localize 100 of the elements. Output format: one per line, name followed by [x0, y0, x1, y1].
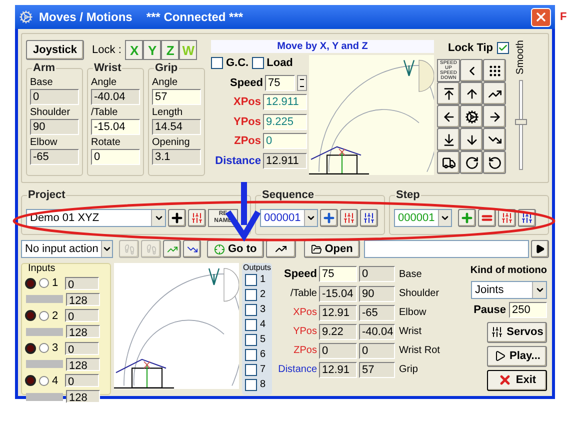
- gc-checkbox[interactable]: [211, 57, 223, 70]
- load-checkbox[interactable]: [252, 57, 264, 70]
- rotate-counterclockwise-button[interactable]: [483, 151, 506, 174]
- arrow-right-button[interactable]: [483, 105, 506, 128]
- gripper-button[interactable]: [483, 59, 506, 82]
- replace-button[interactable]: [478, 209, 496, 227]
- output-checkbox[interactable]: [245, 289, 257, 301]
- play-button[interactable]: Play...: [487, 346, 547, 366]
- step-icon: [124, 244, 134, 254]
- field-label: Opening: [152, 136, 191, 149]
- output-checkbox[interactable]: [245, 304, 257, 316]
- group-title: Sequence: [261, 189, 315, 201]
- position-field[interactable]: 9.225: [263, 114, 307, 130]
- add-button[interactable]: [168, 209, 186, 227]
- move-button[interactable]: [183, 240, 201, 258]
- output-number: 1: [260, 275, 266, 285]
- input-reading-field: 128: [66, 358, 100, 370]
- lock-tip-checkbox[interactable]: [497, 42, 509, 54]
- plus-icon: [460, 211, 474, 225]
- exit-button[interactable]: Exit: [487, 370, 547, 390]
- speed-field[interactable]: 75: [265, 74, 295, 91]
- value-field[interactable]: 0: [91, 149, 140, 165]
- insert-icon: [501, 212, 513, 224]
- servos-button[interactable]: Servos: [487, 322, 547, 342]
- output-checkbox[interactable]: [245, 379, 257, 391]
- close-button[interactable]: [531, 8, 551, 26]
- input-radio[interactable]: [39, 343, 49, 354]
- input-level-bar: [26, 295, 63, 303]
- readout-label: Speed: [282, 267, 317, 282]
- input-value-field: 0: [65, 276, 99, 290]
- position-label: ZPos: [234, 134, 261, 149]
- joint-field: 0: [359, 342, 395, 358]
- value-field: 0: [30, 89, 79, 105]
- input-action-dropdown[interactable]: No input action: [21, 240, 113, 258]
- input-number: 4: [52, 374, 60, 388]
- readout-label: XPos: [292, 306, 317, 320]
- arrow-left-button[interactable]: [437, 105, 460, 128]
- rotate-clockwise-button[interactable]: [460, 151, 483, 174]
- plus-icon: [170, 211, 184, 225]
- truck-button[interactable]: [437, 151, 460, 174]
- chevron-left-button[interactable]: [460, 59, 483, 82]
- readout-field: 12.91: [319, 362, 357, 378]
- arm-down-button[interactable]: [483, 128, 506, 151]
- motion-kind-dropdown[interactable]: Joints: [471, 281, 547, 299]
- output-checkbox[interactable]: [245, 319, 257, 331]
- arrow-down-button[interactable]: [460, 128, 483, 151]
- output-checkbox[interactable]: [245, 334, 257, 346]
- gears-icon: [464, 110, 478, 124]
- run-button[interactable]: [531, 240, 549, 258]
- output-checkbox[interactable]: [245, 364, 257, 376]
- move-button[interactable]: [163, 240, 181, 258]
- readout-field: 9.22: [319, 324, 357, 340]
- input-radio[interactable]: [39, 278, 49, 288]
- pause-field[interactable]: 250: [509, 302, 547, 318]
- joint-label: Elbow: [399, 306, 426, 320]
- inputs-title: Inputs: [28, 264, 56, 274]
- input-led: [25, 375, 36, 386]
- value-field[interactable]: 57: [152, 89, 201, 105]
- file-path-field[interactable]: [364, 240, 529, 258]
- readout-field: 0: [319, 342, 357, 358]
- readout-field[interactable]: 75: [319, 266, 357, 282]
- arrow-up-to-line-button[interactable]: [437, 82, 460, 105]
- open-button[interactable]: Open: [304, 240, 360, 258]
- joystick-button[interactable]: Joystick: [26, 40, 84, 60]
- group-title: Arm: [32, 62, 56, 74]
- connection-status: *** Connected ***: [146, 9, 244, 26]
- readout-label: Distance: [277, 363, 317, 377]
- arrow-down-to-line-button[interactable]: [437, 128, 460, 151]
- field-label: Shoulder: [30, 106, 72, 119]
- readout-field: 12.91: [319, 304, 357, 320]
- rotate-counterclockwise-icon: [488, 156, 502, 170]
- group-title: Wrist: [93, 62, 122, 74]
- sequence-dropdown[interactable]: 000001: [260, 209, 318, 227]
- readout-field: -15.04: [319, 286, 357, 302]
- output-number: 7: [260, 365, 266, 375]
- joint-label: Grip: [399, 363, 418, 377]
- input-radio[interactable]: [39, 376, 49, 386]
- insert-button[interactable]: [188, 209, 206, 227]
- tool-button[interactable]: [266, 240, 296, 258]
- remove-button[interactable]: [360, 209, 378, 227]
- smooth-slider-thumb[interactable]: [515, 119, 527, 126]
- insert-button[interactable]: [340, 209, 358, 227]
- gears-button[interactable]: [460, 105, 483, 128]
- value-field[interactable]: -15.04: [91, 119, 140, 135]
- arrow-up-button[interactable]: [460, 82, 483, 105]
- speed-spinner[interactable]: [297, 74, 307, 91]
- position-field[interactable]: 0: [263, 133, 307, 150]
- joint-field: 57: [359, 362, 395, 378]
- output-checkbox[interactable]: [245, 274, 257, 286]
- input-radio[interactable]: [39, 310, 49, 321]
- position-field[interactable]: 12.911: [263, 94, 307, 110]
- goto-button[interactable]: Go to: [207, 240, 264, 258]
- remove-icon: [521, 212, 533, 224]
- output-checkbox[interactable]: [245, 349, 257, 361]
- joint-field: 90: [359, 286, 395, 302]
- gc-label: G.C.: [226, 56, 249, 71]
- truck-icon: [442, 156, 456, 170]
- arm-up-button[interactable]: [483, 82, 506, 105]
- close-icon: [534, 10, 548, 24]
- smooth-label: Smooth: [516, 40, 526, 74]
